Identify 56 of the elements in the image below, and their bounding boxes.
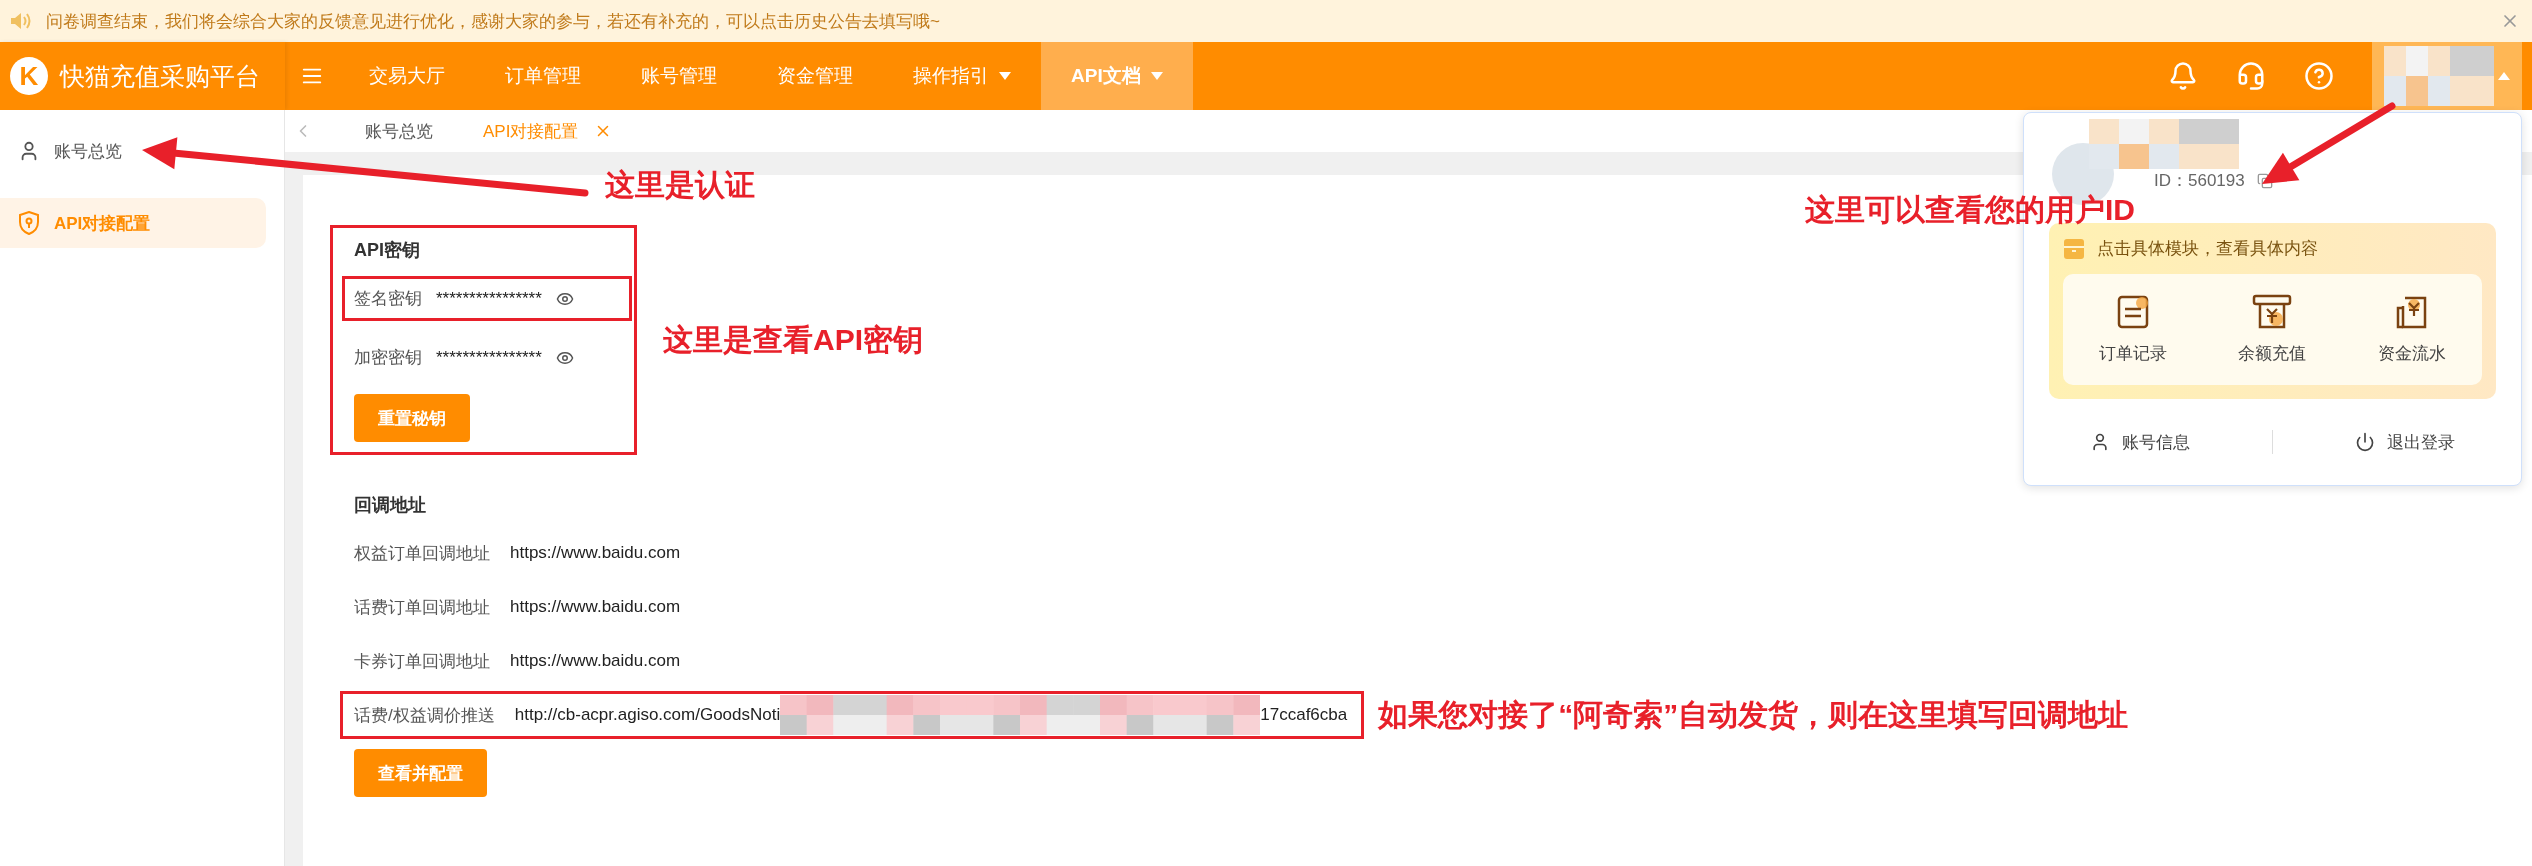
section-title: 回调地址 — [354, 494, 427, 517]
url-text: https://www.baidu.com — [510, 651, 681, 671]
headset-icon[interactable] — [2236, 61, 2266, 91]
sidebar-item[interactable]: API对接配置 — [0, 198, 266, 248]
caret-icon — [999, 72, 1011, 80]
menu-action[interactable]: 账号信息 — [2090, 430, 2190, 454]
annotation-text: 这里可以查看您的用户ID — [1805, 192, 2135, 228]
annotation-text: 如果您对接了“阿奇索”自动发货，则在这里填写回调地址 — [1378, 696, 2129, 733]
tab[interactable]: API对接配置 — [433, 119, 613, 143]
annotation-text: 这里是认证 — [605, 167, 755, 203]
app-title: 快猫充值采购平台 — [60, 60, 260, 92]
nav-item[interactable]: 订单管理 — [475, 42, 611, 110]
user-menu-button[interactable] — [2372, 42, 2522, 110]
shortcut-item[interactable]: 资金流水 — [2342, 294, 2482, 365]
logo: K — [10, 57, 48, 95]
nav-item[interactable]: 交易大厅 — [339, 42, 475, 110]
hint-text: 点击具体模块，查看具体内容 — [2097, 238, 2318, 260]
user-icon — [2090, 432, 2110, 452]
annotation-text: 这里是查看API密钥 — [663, 321, 923, 358]
notice-text: 问卷调查结束，我们将会综合大家的反馈意见进行优化，感谢大家的参与，若还有补充的，可以点击历史公告去填写哦~ — [46, 10, 941, 33]
help-icon[interactable] — [2304, 61, 2334, 91]
tab[interactable]: 账号总览 — [313, 119, 433, 143]
nav-item[interactable]: 账号管理 — [611, 42, 747, 110]
speaker-icon — [10, 11, 32, 31]
nav-item[interactable]: 操作指引 — [883, 42, 1041, 110]
shield-icon — [18, 211, 40, 235]
caret-icon — [2498, 72, 2510, 80]
url-text: https://www.baidu.com — [510, 543, 681, 563]
shortcut-item[interactable]: 订单记录 — [2063, 294, 2203, 365]
store-icon — [2063, 237, 2085, 260]
nav-item[interactable]: API文档 — [1041, 42, 1193, 110]
copy-icon[interactable] — [2256, 172, 2273, 189]
yen-receipt-icon — [2252, 294, 2293, 330]
masked-key: **************** — [436, 347, 542, 368]
menu-action[interactable]: 退出登录 — [2355, 430, 2455, 454]
section-title: API密钥 — [354, 239, 421, 262]
user-id: ID：560193 — [2154, 170, 2245, 192]
field-label: 话费/权益调价推送 — [354, 704, 495, 727]
masked-key: **************** — [436, 288, 542, 309]
nav-item[interactable]: 资金管理 — [747, 42, 883, 110]
field-label: 加密密钥 — [354, 347, 422, 369]
field-label: 签名密钥 — [354, 288, 422, 310]
sidebar-item[interactable]: 账号总览 — [0, 126, 266, 176]
url-text: https://www.baidu.com — [510, 597, 681, 617]
field-label: 卡券订单回调地址 — [354, 650, 490, 673]
view-config-button[interactable]: 查看并配置 — [354, 749, 487, 797]
document-icon — [2115, 294, 2150, 330]
reset-key-button[interactable]: 重置秘钥 — [354, 394, 470, 442]
shortcut-item[interactable]: 余额充值 — [2202, 294, 2343, 365]
bell-icon[interactable] — [2168, 61, 2198, 91]
url-text: 17ccaf6cba — [1260, 705, 1348, 725]
power-icon — [2355, 432, 2375, 452]
caret-icon — [1150, 72, 1163, 80]
field-label: 话费订单回调地址 — [354, 596, 490, 619]
field-label: 权益订单回调地址 — [354, 542, 490, 565]
url-text: http://cb-acpr.agiso.com/GoodsNoti — [514, 705, 781, 725]
